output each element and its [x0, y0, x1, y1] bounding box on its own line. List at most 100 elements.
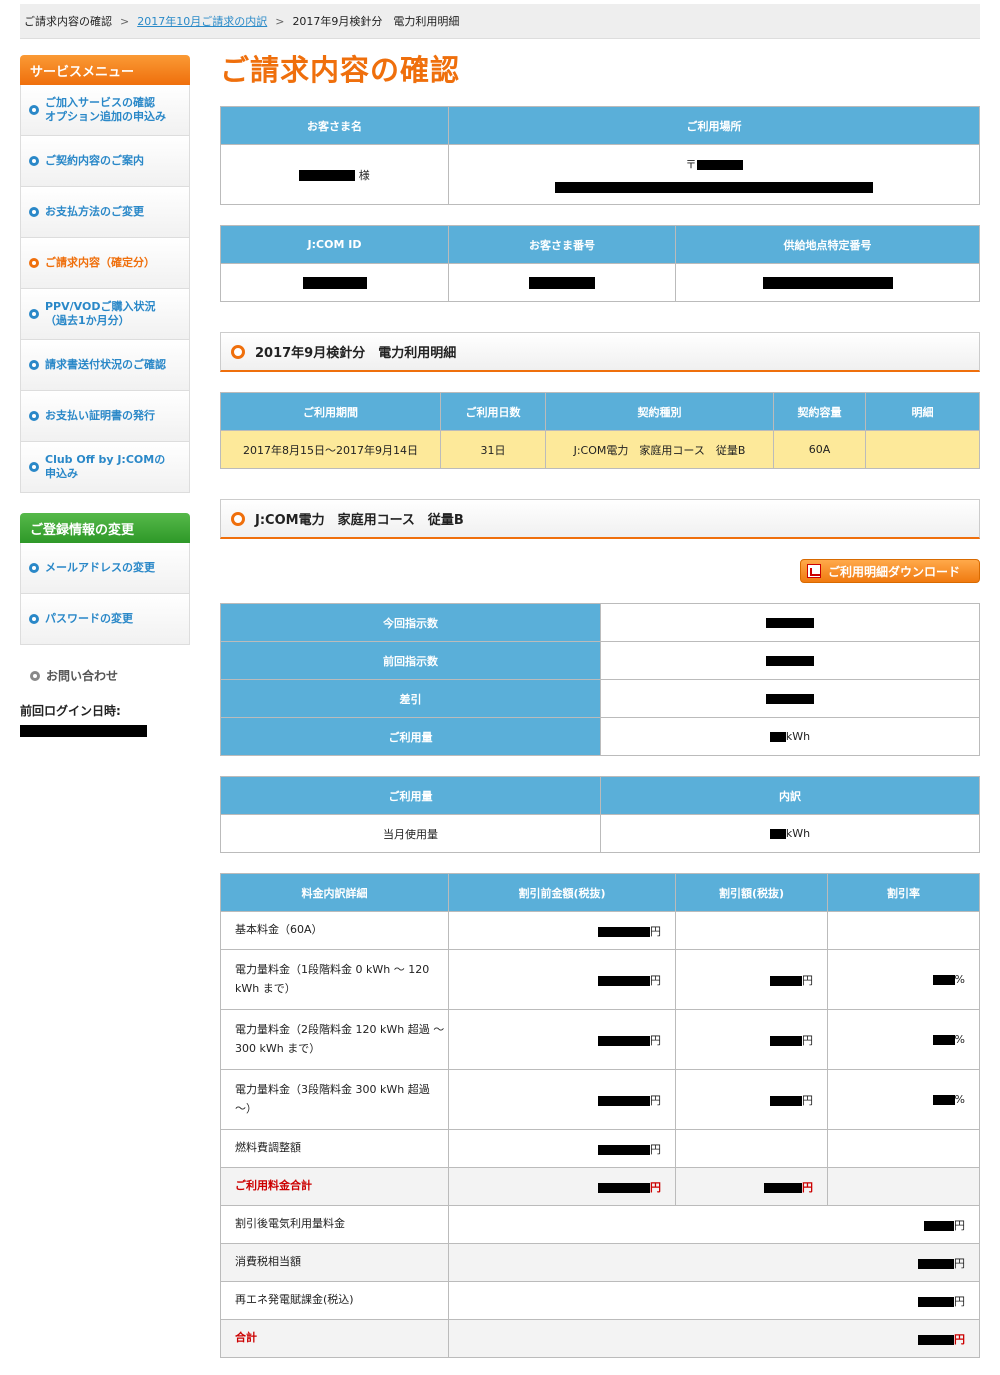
download-row: ご利用明細ダウンロード — [220, 539, 980, 589]
sidebar-item-invoice-delivery[interactable]: 請求書送付状況のご確認 — [20, 340, 190, 391]
discount-cell: 円 — [675, 1069, 828, 1130]
bullet-icon — [29, 258, 39, 268]
sidebar-item-payment-certificate[interactable]: お支払い証明書の発行 — [20, 391, 190, 442]
yen-unit: 円 — [650, 924, 661, 938]
sidebar-item-contract-info[interactable]: ご契約内容のご案内 — [20, 136, 190, 187]
sidebar-item-label: Club Off by J:COMの — [45, 453, 166, 467]
yen-unit: 円 — [650, 1180, 661, 1194]
redacted-value — [598, 1035, 650, 1046]
yen-unit: 円 — [650, 1093, 661, 1107]
section-header-electricity-statement: 2017年9月検針分 電力利用明細 — [220, 332, 980, 372]
breakdown-header: 内訳 — [600, 776, 980, 815]
amount-cell: 円 — [448, 949, 676, 1010]
last-login-label: 前回ログイン日時: — [20, 704, 121, 718]
id-table: J:COM ID お客さま番号 供給地点特定番号 — [220, 225, 980, 302]
circle-bullet-icon — [231, 344, 245, 359]
meter-table: 今回指示数 前回指示数 差引 ご利用量 kWh — [220, 603, 980, 756]
percent-unit: % — [954, 1093, 965, 1106]
yen-unit: 円 — [650, 1142, 661, 1156]
service-menu-header: サービスメニュー — [20, 55, 190, 85]
customer-number-header: お客さま番号 — [448, 225, 676, 264]
usage-place-cell: 〒 — [448, 144, 980, 205]
breadcrumb-separator: > — [120, 14, 130, 28]
sidebar-item-ppv-vod[interactable]: PPV/VODご購入状況 （過去1か月分） — [20, 289, 190, 340]
discount-cell: 円 — [675, 1009, 828, 1070]
breadcrumb-home[interactable]: ご請求内容の確認 — [24, 13, 112, 29]
bullet-icon — [29, 563, 39, 573]
sidebar-item-label: メールアドレスの変更 — [45, 561, 155, 575]
download-statement-button[interactable]: ご利用明細ダウンロード — [800, 559, 980, 583]
bullet-icon — [29, 614, 39, 624]
yen-unit: 円 — [954, 1218, 965, 1232]
empty-cell — [827, 1167, 980, 1206]
redacted-jcom-id — [302, 277, 367, 289]
meter-row-header: 前回指示数 — [220, 641, 601, 680]
sidebar-item-label: ご契約内容のご案内 — [45, 154, 144, 168]
meter-row-header: 差引 — [220, 679, 601, 718]
unit-label: kWh — [785, 827, 811, 840]
sidebar-item-label: ご請求内容（確定分） — [45, 256, 155, 270]
customer-name-header: お客さま名 — [220, 106, 449, 145]
charge-label: 電力量料金（1段階料金 0 kWh ～ 120 kWh まで） — [220, 949, 449, 1010]
unit-label: kWh — [785, 730, 811, 743]
sidebar-item-label: PPV/VODご購入状況 — [45, 300, 156, 314]
rate-cell: % — [827, 1009, 980, 1070]
sidebar-item-billing[interactable]: ご請求内容（確定分） — [20, 238, 190, 289]
yen-unit: 円 — [802, 1180, 813, 1194]
bullet-icon — [29, 411, 39, 421]
sidebar-item-payment-method[interactable]: お支払方法のご変更 — [20, 187, 190, 238]
breadcrumb-current: 2017年9月検針分 電力利用明細 — [292, 15, 460, 28]
usage-header: ご利用量 — [220, 776, 601, 815]
charge-detail-table: 料金内訳詳細 割引前金額(税抜) 割引額(税抜) 割引率 基本料金（60A） 円 電力量… — [220, 873, 980, 1358]
redacted-value — [932, 975, 955, 985]
customer-number-cell — [448, 263, 676, 302]
amount-cell: 円 — [448, 911, 676, 950]
yen-unit: 円 — [650, 1033, 661, 1047]
pdf-icon — [807, 564, 821, 578]
sidebar-item-service-check[interactable]: ご加入サービスの確認 オプション追加の申込み — [20, 85, 190, 136]
detail-cell — [865, 430, 980, 469]
redacted-value — [932, 1035, 955, 1045]
redacted-address — [555, 181, 873, 193]
sidebar-item-password-change[interactable]: パスワードの変更 — [20, 594, 190, 645]
meter-value-cell — [600, 603, 980, 642]
period-table: ご利用期間 ご利用日数 契約種別 契約容量 明細 2017年8月15日～2017年9月1… — [220, 392, 980, 469]
redacted-last-login — [20, 725, 147, 737]
empty-cell — [675, 911, 828, 950]
inquiry-link[interactable]: お問い合わせ — [20, 667, 190, 684]
customer-name-cell: 様 — [220, 144, 449, 205]
discount-header: 割引額(税抜) — [675, 873, 828, 912]
bullet-icon — [29, 360, 39, 370]
redacted-value — [769, 829, 786, 839]
download-label: ご利用明細ダウンロード — [828, 564, 961, 579]
percent-unit: % — [954, 1033, 965, 1046]
contract-type-cell: J:COM電力 家庭用コース 従量B — [545, 430, 774, 469]
sidebar-item-club-off[interactable]: Club Off by J:COMの 申込み — [20, 442, 190, 493]
subtotal-label: ご利用料金合計 — [220, 1167, 449, 1206]
subtotal-discount-cell: 円 — [675, 1167, 828, 1206]
redacted-value — [598, 975, 650, 986]
charge-item-header: 料金内訳詳細 — [220, 873, 449, 912]
sidebar-item-email-change[interactable]: メールアドレスの変更 — [20, 543, 190, 594]
meter-value-cell — [600, 679, 980, 718]
amount-cell: 円 — [448, 1009, 676, 1070]
usage-table: ご利用量 内訳 当月使用量 kWh — [220, 776, 980, 853]
meter-value-cell: kWh — [600, 717, 980, 756]
yen-unit: 円 — [802, 973, 813, 987]
usage-place-header: ご利用場所 — [448, 106, 980, 145]
redacted-value — [918, 1296, 954, 1307]
yen-unit: 円 — [954, 1256, 965, 1270]
subtotal-amount-cell: 円 — [448, 1167, 676, 1206]
breadcrumb-link-invoice[interactable]: 2017年10月ご請求の内訳 — [137, 13, 267, 29]
sidebar-item-label: 申込み — [45, 467, 78, 480]
redacted-value — [598, 1182, 650, 1193]
postal-mark: 〒 — [685, 158, 697, 171]
pre-discount-header: 割引前金額(税抜) — [448, 873, 676, 912]
period-header: ご利用期間 — [220, 392, 441, 431]
charge-label: 燃料費調整額 — [220, 1129, 449, 1168]
percent-unit: % — [954, 973, 965, 986]
capacity-cell: 60A — [773, 430, 866, 469]
bullet-icon — [29, 309, 39, 319]
jcom-id-header: J:COM ID — [220, 225, 449, 264]
amount-cell: 円 — [448, 1069, 676, 1130]
